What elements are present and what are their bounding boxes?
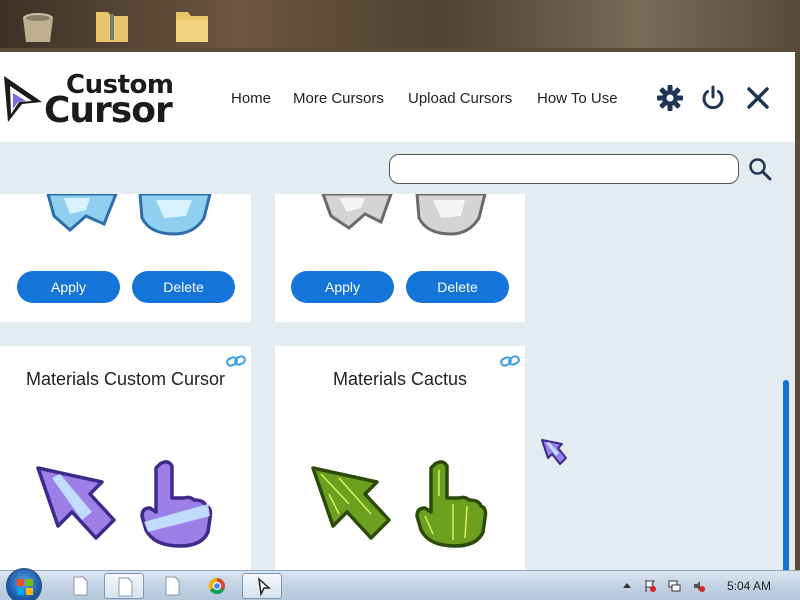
search-input[interactable] xyxy=(389,154,739,184)
desktop-background xyxy=(0,0,800,48)
cursor-card: Apply Delete xyxy=(0,194,251,322)
start-button[interactable] xyxy=(6,568,42,600)
cursor-preview-hand-silver xyxy=(415,194,487,236)
cursor-preview-hand-purple xyxy=(140,460,213,548)
delete-button[interactable]: Delete xyxy=(132,271,235,303)
card-title: Materials Custom Cursor xyxy=(25,369,226,389)
nav-home[interactable]: Home xyxy=(231,90,271,107)
desktop-bucket-icon[interactable] xyxy=(18,6,58,46)
taskbar-custom-cursor-app[interactable] xyxy=(242,573,282,599)
logo-arrow-icon xyxy=(4,76,42,122)
cursor-preview-hand-cactus xyxy=(415,460,488,548)
gear-icon[interactable] xyxy=(656,84,684,112)
desktop-folder-icon[interactable] xyxy=(172,6,212,46)
vertical-scrollbar-thumb[interactable] xyxy=(783,380,789,570)
card-title: Materials Cactus xyxy=(332,369,468,389)
cursor-preview-arrow-silver xyxy=(321,194,393,230)
cursor-preview-arrow-crystal xyxy=(46,194,118,232)
cursor-arrow-icon xyxy=(257,577,271,597)
cursor-preview-arrow-purple xyxy=(36,466,116,540)
cursor-preview-arrow-cactus xyxy=(311,466,391,540)
delete-button[interactable]: Delete xyxy=(406,271,509,303)
link-icon[interactable] xyxy=(500,354,520,368)
power-icon[interactable] xyxy=(699,84,727,112)
search-icon[interactable] xyxy=(747,156,773,182)
chrome-icon xyxy=(208,577,225,595)
cursor-preview-hand-crystal xyxy=(138,194,212,236)
network-icon[interactable] xyxy=(668,579,682,593)
apply-button[interactable]: Apply xyxy=(17,271,120,303)
document-icon xyxy=(118,577,133,597)
show-hidden-icons-icon[interactable] xyxy=(620,579,634,593)
taskbar-chrome[interactable] xyxy=(197,573,237,599)
search-bar xyxy=(0,142,795,194)
taskbar-document-1[interactable] xyxy=(60,573,100,599)
taskbar-document-3[interactable] xyxy=(152,573,192,599)
nav-how-to-use[interactable]: How To Use xyxy=(537,90,618,107)
cursor-card: Materials Cactus xyxy=(275,346,525,570)
custom-cursor-app: Custom Cursor Home More Cursors Upload C… xyxy=(0,52,795,570)
windows-logo-icon xyxy=(17,579,33,595)
link-icon[interactable] xyxy=(226,354,246,368)
logo-text-cursor: Cursor xyxy=(44,90,173,131)
document-icon xyxy=(165,576,180,596)
apply-button[interactable]: Apply xyxy=(291,271,394,303)
nav-more-cursors[interactable]: More Cursors xyxy=(293,90,384,107)
action-center-flag-icon[interactable] xyxy=(643,579,657,593)
nav-upload-cursors[interactable]: Upload Cursors xyxy=(408,90,512,107)
app-header: Custom Cursor Home More Cursors Upload C… xyxy=(0,52,795,142)
cursor-grid: Apply Delete Apply Delete Materials Cust… xyxy=(0,194,795,570)
mouse-pointer-icon xyxy=(541,439,567,465)
taskbar-document-2[interactable] xyxy=(104,573,144,599)
taskbar-clock[interactable]: 5:04 AM xyxy=(727,579,771,593)
close-icon[interactable] xyxy=(744,84,772,112)
document-icon xyxy=(73,576,88,596)
cursor-card: Materials Custom Cursor xyxy=(0,346,251,570)
desktop-zip-folder-icon[interactable] xyxy=(92,6,132,46)
app-logo[interactable]: Custom Cursor xyxy=(2,70,182,131)
taskbar: 5:04 AM xyxy=(0,568,800,600)
cursor-card: Apply Delete xyxy=(275,194,525,322)
volume-muted-icon[interactable] xyxy=(692,579,706,593)
